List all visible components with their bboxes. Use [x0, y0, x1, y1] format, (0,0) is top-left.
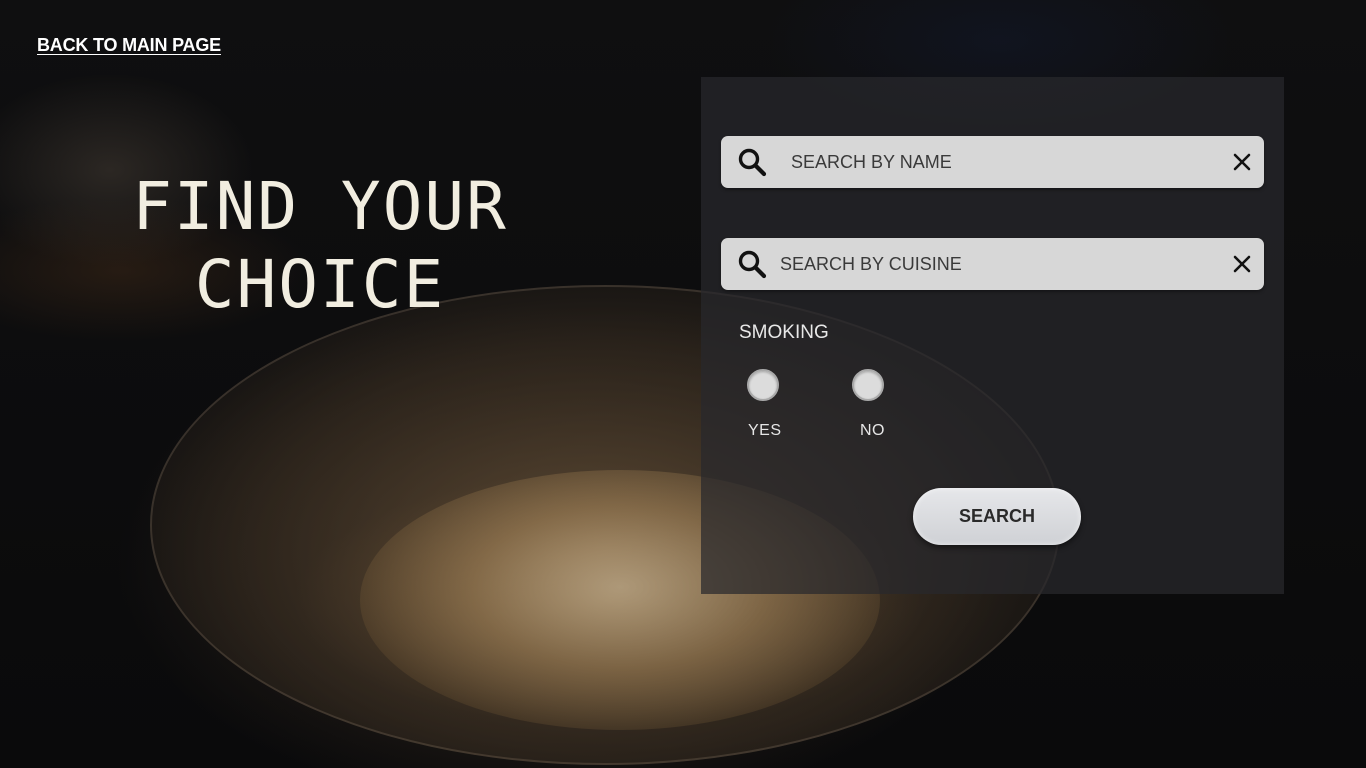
- search-icon: [738, 148, 767, 177]
- page-background: BACK TO MAIN PAGE FIND YOUR CHOICE SEARC…: [0, 0, 1366, 768]
- search-by-cuisine-input[interactable]: [780, 244, 1231, 284]
- back-to-main-page-link[interactable]: BACK TO MAIN PAGE: [37, 35, 221, 56]
- search-icon: [738, 250, 767, 279]
- page-title-line-2: CHOICE: [194, 246, 446, 323]
- smoking-label: SMOKING: [739, 322, 829, 343]
- smoking-no-label: NO: [860, 422, 885, 439]
- search-by-name-bar: [721, 136, 1264, 188]
- search-button[interactable]: SEARCH: [913, 488, 1081, 545]
- smoking-yes-label: YES: [748, 422, 782, 439]
- page-title-line-1: FIND YOUR: [132, 168, 508, 245]
- close-icon[interactable]: [1231, 151, 1253, 173]
- smoking-yes-radio[interactable]: [747, 369, 779, 401]
- search-by-name-input[interactable]: [791, 142, 1231, 182]
- page-title: FIND YOUR CHOICE: [110, 168, 530, 324]
- search-by-cuisine-bar: [721, 238, 1264, 290]
- search-panel: SMOKING YES NO SEARCH: [701, 77, 1284, 594]
- close-icon[interactable]: [1231, 253, 1253, 275]
- smoking-no-radio[interactable]: [852, 369, 884, 401]
